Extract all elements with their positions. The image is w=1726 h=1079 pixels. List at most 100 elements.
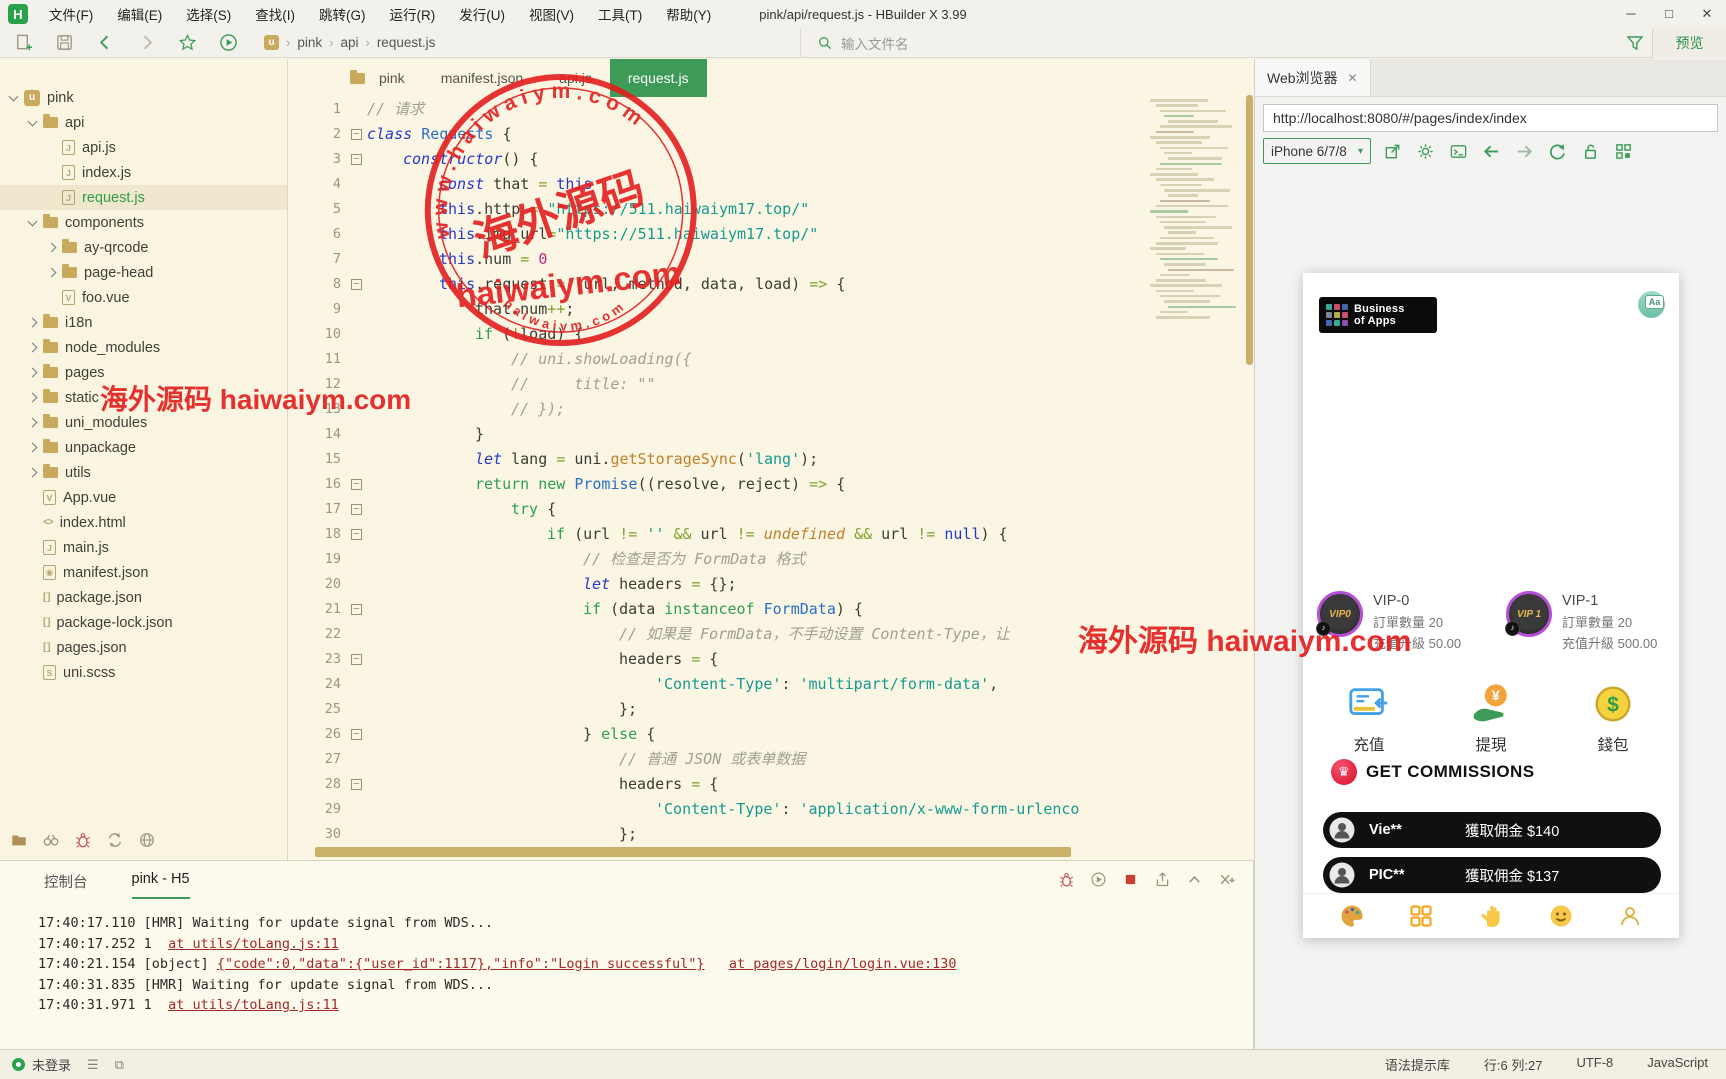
sync-icon[interactable] <box>106 831 124 849</box>
smiley-icon[interactable] <box>1548 903 1574 929</box>
qr-icon[interactable] <box>1614 142 1633 161</box>
code-line[interactable]: 25}; <box>289 697 1254 722</box>
account-status-icon[interactable] <box>12 1058 25 1071</box>
tree-item-package-lock-json[interactable]: [ ] package-lock.json <box>0 610 287 635</box>
language-globe-icon[interactable]: Aa <box>1638 291 1665 318</box>
tree-item-pink[interactable]: u pink <box>0 85 287 110</box>
nav-forward-icon[interactable] <box>137 33 156 52</box>
tree-item-api-js[interactable]: Japi.js <box>0 135 287 160</box>
fold-marker-icon[interactable]: – <box>351 154 362 165</box>
code-line[interactable]: 16– return new Promise((resolve, reject) … <box>289 472 1254 497</box>
action-wallet[interactable]: $ 錢包 <box>1573 681 1653 755</box>
fold-marker-icon[interactable]: – <box>351 279 362 290</box>
code-line[interactable]: 20 let headers = {}; <box>289 572 1254 597</box>
status-item-2[interactable]: UTF-8 <box>1576 1055 1613 1074</box>
menu-e[interactable]: 编辑(E) <box>106 0 173 28</box>
tree-item-i18n[interactable]: i18n <box>0 310 287 335</box>
settings-icon[interactable] <box>1416 142 1435 161</box>
export-icon[interactable] <box>1154 871 1171 888</box>
debug-icon[interactable] <box>1058 871 1075 888</box>
palette-icon[interactable] <box>1339 903 1365 929</box>
terminal-icon[interactable] <box>1449 142 1468 161</box>
code-line[interactable]: 27 // 普通 JSON 或表单数据 <box>289 747 1254 772</box>
refresh-icon[interactable] <box>1548 142 1567 161</box>
url-bar[interactable]: http://localhost:8080/#/pages/index/inde… <box>1263 104 1718 132</box>
person-icon[interactable] <box>1617 903 1643 929</box>
status-item-3[interactable]: JavaScript <box>1647 1055 1708 1074</box>
log-link[interactable]: at utils/toLang.js:11 <box>168 936 339 952</box>
minimap[interactable] <box>1150 99 1242 399</box>
menu-f[interactable]: 文件(F) <box>38 0 104 28</box>
nav-back-icon[interactable] <box>96 33 115 52</box>
fold-marker-icon[interactable]: – <box>351 604 362 615</box>
code-line[interactable]: 26–} else { <box>289 722 1254 747</box>
close-button[interactable]: ✕ <box>1688 0 1726 27</box>
open-external-icon[interactable] <box>1383 142 1402 161</box>
hand-icon[interactable] <box>1478 903 1504 929</box>
menu-s[interactable]: 选择(S) <box>175 0 242 28</box>
run-circle-icon[interactable] <box>1090 871 1107 888</box>
unlock-icon[interactable] <box>1581 142 1600 161</box>
menu-t[interactable]: 工具(T) <box>587 0 653 28</box>
code-line[interactable]: 13// }); <box>289 397 1254 422</box>
vertical-scrollbar[interactable] <box>1246 95 1253 365</box>
binoculars-icon[interactable] <box>42 831 60 849</box>
fold-marker-icon[interactable]: – <box>351 504 362 515</box>
code-line[interactable]: 18– if (url != '' && url != undefined && … <box>289 522 1254 547</box>
code-line[interactable]: 14} <box>289 422 1254 447</box>
tree-item-package-json[interactable]: [ ] package.json <box>0 585 287 610</box>
code-line[interactable]: 15 let lang = uni.getStorageSync('lang'); <box>289 447 1254 472</box>
tree-item-uni-scss[interactable]: Suni.scss <box>0 660 287 685</box>
tree-item-api[interactable]: api <box>0 110 287 135</box>
code-line[interactable]: 24 'Content-Type': 'multipart/form-data', <box>289 672 1254 697</box>
run-icon[interactable] <box>219 33 238 52</box>
tree-item-ay-qrcode[interactable]: ay-qrcode <box>0 235 287 260</box>
code-line[interactable]: 28– headers = { <box>289 772 1254 797</box>
tree-item-foo-vue[interactable]: Vfoo.vue <box>0 285 287 310</box>
tab-web-browser[interactable]: Web浏览器 ✕ <box>1255 59 1371 96</box>
menu-u[interactable]: 发行(U) <box>448 0 516 28</box>
tree-item-index-html[interactable]: <> index.html <box>0 510 287 535</box>
menu-r[interactable]: 运行(R) <box>379 0 447 28</box>
globe-icon[interactable] <box>138 831 156 849</box>
code-line[interactable]: 17– try { <box>289 497 1254 522</box>
fold-marker-icon[interactable]: – <box>351 779 362 790</box>
fold-marker-icon[interactable]: – <box>351 729 362 740</box>
tree-item-page-head[interactable]: page-head <box>0 260 287 285</box>
tree-item-app-vue[interactable]: V App.vue <box>0 485 287 510</box>
tree-item-main-js[interactable]: Jmain.js <box>0 535 287 560</box>
tree-item-components[interactable]: components <box>0 210 287 235</box>
collapse-icon[interactable] <box>1186 871 1203 888</box>
maximize-button[interactable]: □ <box>1650 0 1688 27</box>
horizontal-scrollbar[interactable] <box>315 847 1071 857</box>
breadcrumb-item[interactable]: api <box>340 35 358 50</box>
breadcrumb-item[interactable]: request.js <box>377 35 436 50</box>
log-link[interactable]: at utils/toLang.js:11 <box>168 997 339 1013</box>
console-tab-1[interactable]: pink - H5 <box>131 871 190 899</box>
log-link[interactable]: at pages/login/login.vue:130 <box>729 956 957 972</box>
console-tab-0[interactable]: 控制台 <box>44 871 88 899</box>
forward-icon[interactable] <box>1515 142 1534 161</box>
menu-i[interactable]: 查找(I) <box>244 0 306 28</box>
clear-icon[interactable] <box>1218 871 1235 888</box>
back-icon[interactable] <box>1482 142 1501 161</box>
log-link[interactable]: {"code":0,"data":{"user_id":1117},"info"… <box>217 956 705 972</box>
code-line[interactable]: 30}; <box>289 822 1254 847</box>
debug-icon[interactable] <box>74 831 92 849</box>
status-item-0[interactable]: 语法提示库 <box>1385 1055 1450 1074</box>
tree-item-pages-json[interactable]: [ ] pages.json <box>0 635 287 660</box>
menu-v[interactable]: 视图(V) <box>518 0 585 28</box>
tree-item-node-modules[interactable]: node_modules <box>0 335 287 360</box>
minimize-button[interactable]: ─ <box>1612 0 1650 27</box>
code-line[interactable]: 19 // 检查是否为 FormData 格式 <box>289 547 1254 572</box>
grid-icon[interactable] <box>1408 903 1434 929</box>
tree-item-utils[interactable]: utils <box>0 460 287 485</box>
preview-button[interactable]: 预览 <box>1652 28 1726 58</box>
file-search-input[interactable]: 输入文件名 <box>800 28 1615 58</box>
stop-icon[interactable] <box>1122 871 1139 888</box>
list-icon[interactable]: ☰ <box>87 1057 99 1073</box>
fold-marker-icon[interactable]: – <box>351 529 362 540</box>
save-icon[interactable] <box>55 33 74 52</box>
fold-marker-icon[interactable]: – <box>351 479 362 490</box>
fold-marker-icon[interactable]: – <box>351 129 362 140</box>
